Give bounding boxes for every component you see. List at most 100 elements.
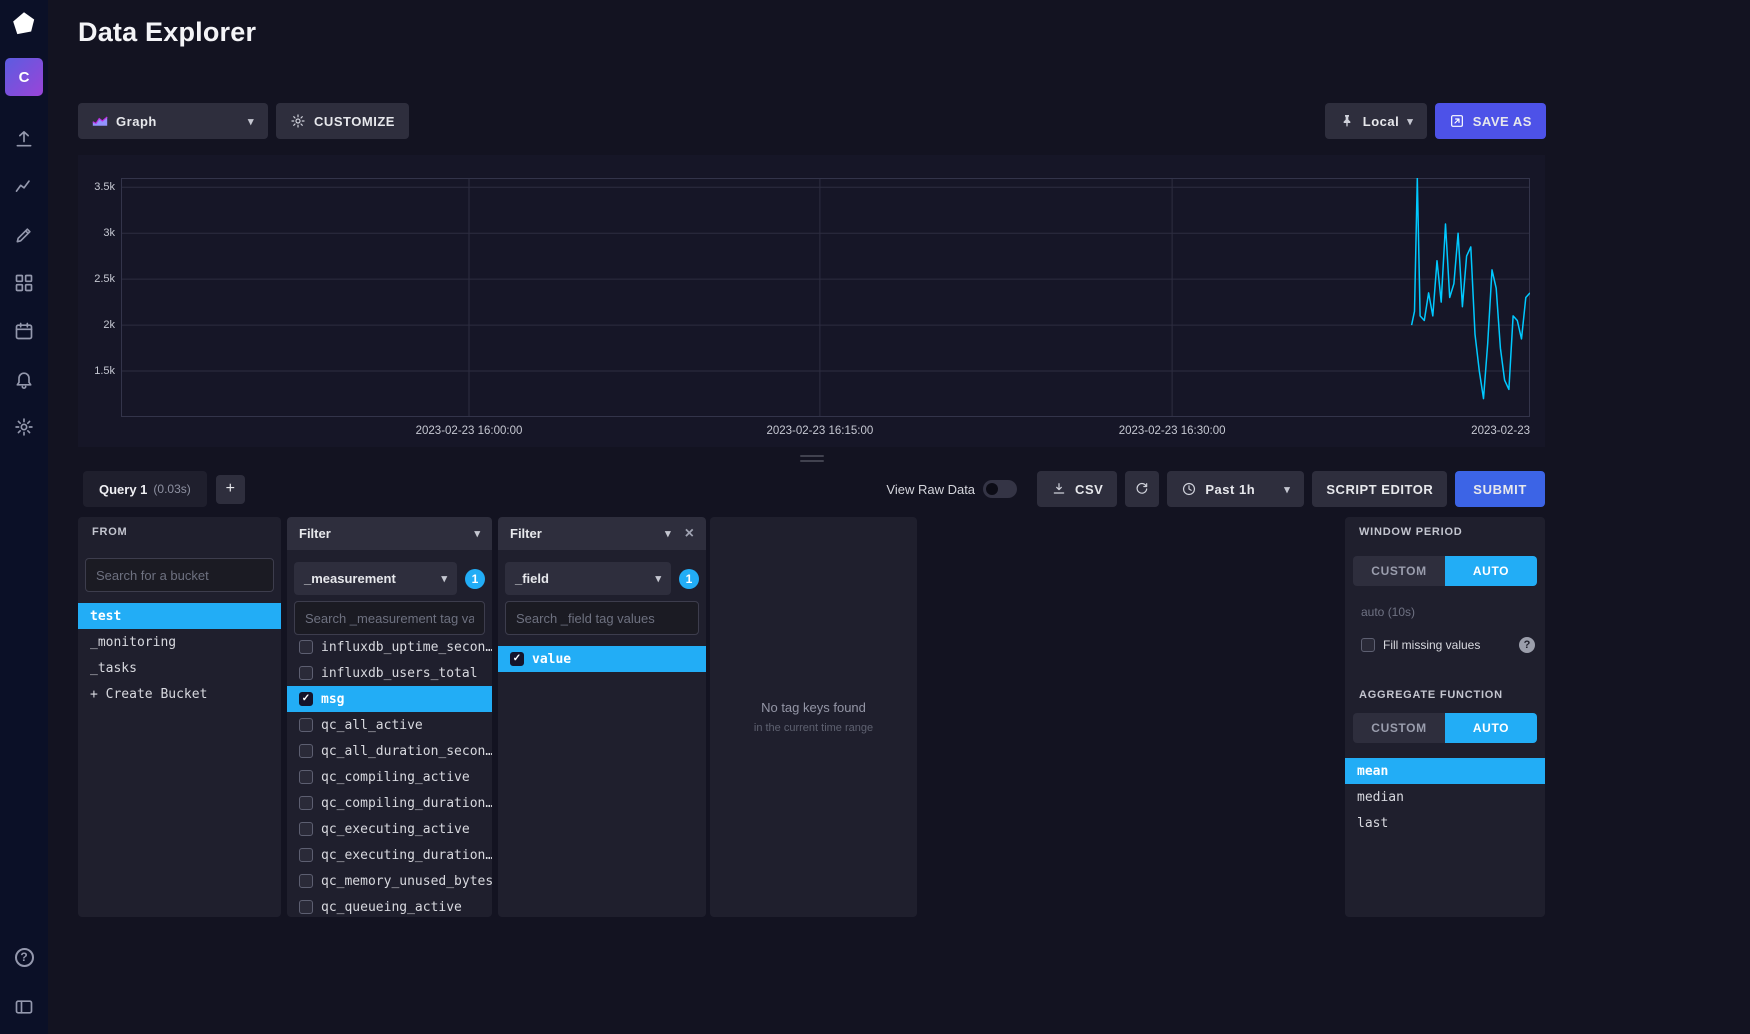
checkbox[interactable] <box>299 640 313 654</box>
checkbox[interactable] <box>299 874 313 888</box>
measurement-list-item[interactable]: qc_all_duration_secon… <box>287 738 492 764</box>
aggregate-function-title: AGGREGATE FUNCTION <box>1359 689 1503 701</box>
measurement-list-item[interactable]: qc_executing_active <box>287 816 492 842</box>
from-panel-title: FROM <box>92 526 127 538</box>
filter-label: Filter <box>510 526 542 541</box>
filter-type-dropdown[interactable]: Filter ▾ × <box>498 517 706 550</box>
aggregate-function-item[interactable]: mean <box>1345 758 1545 784</box>
auto-tab[interactable]: AUTO <box>1445 556 1537 586</box>
auto-tab[interactable]: AUTO <box>1445 713 1537 743</box>
help-button[interactable]: ? <box>13 946 35 968</box>
measurement-list-item[interactable]: ✓msg <box>287 686 492 712</box>
measurement-list-item[interactable]: qc_compiling_active <box>287 764 492 790</box>
checkbox[interactable] <box>299 796 313 810</box>
save-as-button[interactable]: SAVE AS <box>1435 103 1546 139</box>
help-icon[interactable]: ? <box>1519 637 1535 653</box>
nav-tasks[interactable] <box>13 322 35 344</box>
field-search-input[interactable] <box>505 601 699 635</box>
field-key-dropdown[interactable]: _field ▾ <box>505 562 671 595</box>
field-list-item[interactable]: ✓value <box>498 646 706 672</box>
view-raw-data-toggle[interactable] <box>983 480 1017 498</box>
nav-alerts[interactable] <box>13 370 35 392</box>
org-avatar[interactable]: C <box>5 58 43 96</box>
nav-load-data[interactable] <box>13 130 35 152</box>
measurement-list-item-label: qc_all_active <box>321 718 423 733</box>
nav-settings[interactable] <box>13 418 35 440</box>
measurement-list-item[interactable]: qc_compiling_duration… <box>287 790 492 816</box>
aggregate-function-item[interactable]: last <box>1345 810 1545 836</box>
bucket-list-item[interactable]: _monitoring <box>78 629 281 655</box>
measurement-list-item[interactable]: qc_executing_duration… <box>287 842 492 868</box>
add-query-button[interactable]: + <box>216 475 245 504</box>
clock-icon <box>1181 481 1197 497</box>
field-filter-panel: Filter ▾ × _field ▾ 1 ✓value <box>498 517 706 917</box>
measurement-search-input[interactable] <box>294 601 485 635</box>
aggregate-function-item-label: last <box>1357 816 1388 831</box>
checkbox[interactable] <box>299 900 313 914</box>
script-editor-button[interactable]: SCRIPT EDITOR <box>1312 471 1447 507</box>
resize-handle[interactable] <box>800 455 824 465</box>
bucket-list-item-label: _tasks <box>90 661 137 676</box>
custom-tab[interactable]: CUSTOM <box>1353 713 1445 743</box>
from-panel: FROM test_monitoring _tasks + Create Bucke… <box>78 517 281 917</box>
csv-button[interactable]: CSV <box>1037 471 1117 507</box>
measurement-list-item[interactable]: influxdb_users_total <box>287 660 492 686</box>
refresh-icon <box>1134 481 1150 497</box>
measurement-list-item[interactable]: qc_all_active <box>287 712 492 738</box>
measurement-list-item[interactable]: qc_memory_unused_bytes <box>287 868 492 894</box>
bucket-list-item[interactable]: + Create Bucket <box>78 681 281 707</box>
export-icon <box>1449 113 1465 129</box>
download-icon <box>1051 481 1067 497</box>
filter-type-dropdown[interactable]: Filter ▾ <box>287 517 492 550</box>
nav-notebooks[interactable] <box>13 226 35 248</box>
checkbox[interactable]: ✓ <box>299 692 313 706</box>
view-type-dropdown[interactable]: Graph ▾ <box>78 103 268 139</box>
aggregate-function-item[interactable]: median <box>1345 784 1545 810</box>
checkbox[interactable]: ✓ <box>510 652 524 666</box>
local-dropdown[interactable]: Local ▾ <box>1325 103 1427 139</box>
influxdb-logo-icon[interactable] <box>10 10 38 38</box>
csv-label: CSV <box>1075 482 1103 497</box>
checkbox[interactable] <box>299 666 313 680</box>
x-axis-tick: 2023-02-23 16:15:00 <box>766 425 873 437</box>
chart-panel: 3.5k3k2.5k2k1.5k 2023-02-23 16:00:002023… <box>78 155 1545 447</box>
checkbox[interactable] <box>299 744 313 758</box>
measurement-list-item[interactable]: influxdb_uptime_secon… <box>287 640 492 660</box>
fill-missing-checkbox[interactable] <box>1361 638 1375 652</box>
checkbox[interactable] <box>299 718 313 732</box>
y-axis-tick: 3.5k <box>78 181 115 193</box>
y-axis-tick: 1.5k <box>78 365 115 377</box>
bucket-search-input[interactable] <box>85 558 274 592</box>
submit-button[interactable]: SUBMIT <box>1455 471 1545 507</box>
time-series-chart[interactable] <box>121 178 1530 417</box>
nav-dashboards[interactable] <box>13 274 35 296</box>
gear-icon <box>290 113 306 129</box>
checkbox[interactable] <box>299 770 313 784</box>
measurement-list-item[interactable]: qc_queueing_active <box>287 894 492 917</box>
measurement-key-dropdown[interactable]: _measurement ▾ <box>294 562 457 595</box>
custom-tab[interactable]: CUSTOM <box>1353 556 1445 586</box>
query-tab[interactable]: Query 1 (0.03s) <box>83 471 207 507</box>
view-type-label: Graph <box>116 114 157 129</box>
filter-label: Filter <box>299 526 331 541</box>
x-axis-tick: 2023-02-23 16:00:00 <box>416 425 523 437</box>
bucket-list-item[interactable]: _tasks <box>78 655 281 681</box>
refresh-button[interactable] <box>1125 471 1159 507</box>
time-range-dropdown[interactable]: Past 1h ▾ <box>1167 471 1304 507</box>
aggregate-function-item-label: mean <box>1357 764 1388 779</box>
nav-data-explorer[interactable] <box>13 178 35 200</box>
mini-graph-icon <box>92 113 108 129</box>
question-icon: ? <box>15 948 34 967</box>
local-label: Local <box>1363 114 1400 129</box>
checkbox[interactable] <box>299 822 313 836</box>
chevron-down-icon: ▾ <box>655 572 661 585</box>
chevron-down-icon: ▾ <box>441 572 447 585</box>
nav-toggle-button[interactable] <box>13 998 35 1020</box>
aggregate-function-list: mean median last <box>1345 758 1545 917</box>
customize-button[interactable]: CUSTOMIZE <box>276 103 409 139</box>
checkbox[interactable] <box>299 848 313 862</box>
close-icon[interactable]: × <box>685 526 694 542</box>
bucket-list-item[interactable]: test <box>78 603 281 629</box>
upload-icon <box>14 129 34 154</box>
grid-icon <box>14 273 34 298</box>
